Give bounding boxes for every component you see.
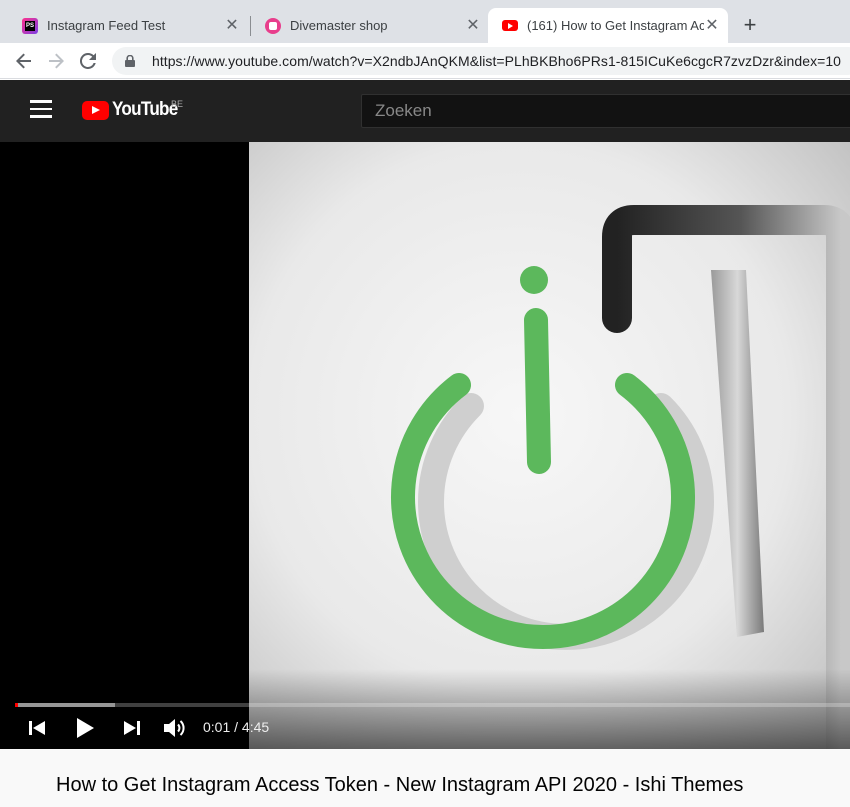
country-code: BE: [171, 99, 184, 109]
tab-youtube-video[interactable]: (161) How to Get Instagram Acce ✕: [488, 8, 728, 43]
browser-toolbar: https://www.youtube.com/watch?v=X2ndbJAn…: [0, 43, 850, 79]
played-bar: [15, 703, 18, 707]
browser-tab-strip: PS Instagram Feed Test ✕ Divemaster shop…: [0, 0, 850, 43]
address-bar[interactable]: https://www.youtube.com/watch?v=X2ndbJAn…: [112, 47, 850, 75]
progress-bar[interactable]: [15, 703, 850, 707]
video-info: How to Get Instagram Access Token - New …: [0, 749, 850, 807]
video-thumbnail-image: [249, 142, 850, 749]
tab-instagram-feed-test[interactable]: PS Instagram Feed Test ✕: [8, 8, 248, 43]
menu-icon[interactable]: [30, 100, 52, 118]
previous-icon[interactable]: [22, 713, 52, 743]
video-player[interactable]: 0:01 / 4:45: [0, 142, 850, 749]
time-display: 0:01 / 4:45: [203, 719, 270, 735]
close-icon[interactable]: ✕: [704, 17, 720, 34]
phpstorm-icon: PS: [22, 17, 38, 34]
video-frame[interactable]: [249, 142, 850, 749]
search-box[interactable]: [361, 94, 850, 128]
tab-title: Divemaster shop: [290, 18, 388, 33]
tab-title: (161) How to Get Instagram Acce: [527, 18, 704, 33]
play-icon[interactable]: [70, 713, 100, 743]
youtube-icon: [502, 20, 518, 31]
youtube-wordmark: YouTube: [112, 99, 178, 120]
video-title: How to Get Instagram Access Token - New …: [56, 774, 744, 796]
back-icon[interactable]: [12, 49, 36, 73]
url-text[interactable]: https://www.youtube.com/watch?v=X2ndbJAn…: [152, 53, 841, 69]
youtube-play-icon: [82, 100, 109, 120]
close-icon[interactable]: ✕: [465, 17, 481, 34]
new-tab-icon[interactable]: +: [738, 14, 762, 38]
search-input[interactable]: [375, 101, 850, 121]
close-icon[interactable]: ✕: [224, 17, 240, 34]
reload-icon[interactable]: [76, 49, 100, 73]
shop-icon: [265, 17, 281, 34]
lock-icon[interactable]: [122, 53, 138, 69]
forward-icon[interactable]: [44, 49, 68, 73]
youtube-logo[interactable]: YouTube: [82, 97, 185, 123]
next-icon[interactable]: [117, 713, 147, 743]
buffered-bar: [15, 703, 116, 707]
tab-divemaster-shop[interactable]: Divemaster shop ✕: [251, 8, 489, 43]
volume-icon[interactable]: [160, 713, 190, 743]
youtube-header: YouTube BE: [0, 80, 850, 142]
tab-title: Instagram Feed Test: [47, 18, 166, 33]
